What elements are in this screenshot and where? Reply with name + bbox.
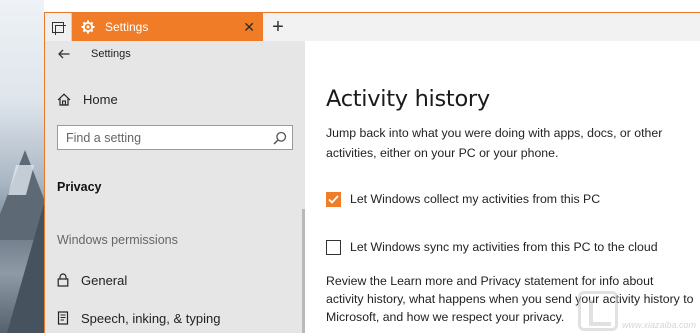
tab-bar: Settings ✕ + <box>45 12 700 41</box>
sidebar-item-label: General <box>81 272 128 288</box>
tabs-overview-button[interactable] <box>45 13 72 41</box>
tab-label: Settings <box>105 20 149 34</box>
checkbox-label: Let Windows sync my activities from this… <box>350 240 658 254</box>
back-button[interactable] <box>45 41 83 67</box>
sidebar-item-label: Home <box>83 91 118 107</box>
page-description: Jump back into what you were doing with … <box>326 126 663 160</box>
sidebar-item-speech[interactable]: Speech, inking, & typing <box>57 308 220 328</box>
new-tab-button[interactable]: + <box>263 13 293 41</box>
sidebar-item-home[interactable]: Home <box>57 89 118 109</box>
sync-activities-checkbox[interactable] <box>326 239 341 255</box>
nav-group-heading: Windows permissions <box>57 233 178 247</box>
page-title: Activity history <box>326 86 490 112</box>
search-field[interactable] <box>57 125 293 150</box>
home-icon <box>57 92 71 106</box>
search-input[interactable] <box>58 126 268 149</box>
search-icon[interactable] <box>268 131 292 145</box>
checkbox-label: Let Windows collect my activities from t… <box>350 192 601 206</box>
watermark-logo <box>577 291 618 331</box>
mountain-shape <box>5 200 44 333</box>
sync-activities-option[interactable]: Let Windows sync my activities from this… <box>326 238 658 256</box>
navigation-pane: Settings Home Privacy Windows permission… <box>45 41 305 333</box>
watermark: www.xiazaiba.com <box>577 291 696 331</box>
lock-icon <box>57 273 69 287</box>
nav-section-title: Privacy <box>57 180 102 194</box>
watermark-text: www.xiazaiba.com <box>621 320 696 330</box>
sidebar-item-general[interactable]: General <box>57 270 127 290</box>
sidebar-item-label: Speech, inking, & typing <box>81 310 221 326</box>
tabs-overview-icon <box>52 21 66 35</box>
collect-activities-option[interactable]: Let Windows collect my activities from t… <box>326 190 600 208</box>
back-arrow-icon <box>58 49 70 59</box>
nav-header: Settings <box>45 41 305 67</box>
settings-window: Settings ✕ + Settings Home Find a settin… <box>44 12 700 333</box>
gear-icon <box>80 19 96 35</box>
plus-icon: + <box>272 15 284 38</box>
main-content: Activity history Jump back into what you… <box>305 41 700 333</box>
collect-activities-checkbox[interactable] <box>326 191 341 207</box>
close-icon[interactable]: ✕ <box>243 19 255 35</box>
desktop-background <box>0 0 44 333</box>
document-icon <box>57 311 69 325</box>
nav-header-title: Settings <box>91 48 131 60</box>
checkmark-icon <box>328 194 339 204</box>
tab-settings[interactable]: Settings ✕ <box>72 13 263 41</box>
